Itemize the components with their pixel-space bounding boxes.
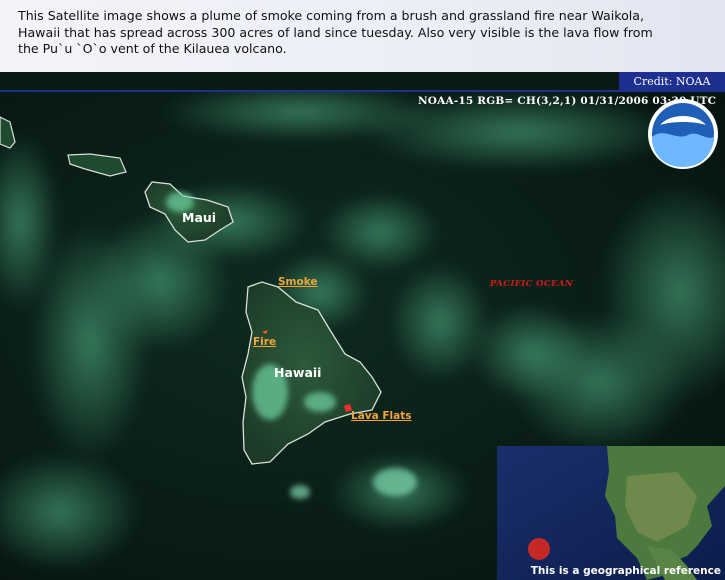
satellite-image-page: This Satellite image shows a plume of sm… (0, 0, 725, 580)
smoke-label: Smoke (278, 276, 318, 288)
hawaii-label: Hawaii (274, 365, 322, 380)
hawaii-location-marker (528, 538, 550, 560)
inset-caption: This is a geographical reference (530, 565, 721, 577)
lava-flats-label: Lava Flats (351, 410, 412, 422)
noaa-logo-text: NOAA (667, 124, 699, 135)
noaa-logo-icon: NOAA (648, 99, 718, 169)
caption-text: This Satellite image shows a plume of sm… (18, 8, 653, 56)
maui-label: Maui (182, 210, 217, 225)
caption-panel: This Satellite image shows a plume of sm… (0, 0, 725, 72)
inset-map (497, 446, 725, 580)
credit-label: Credit: NOAA (619, 72, 725, 92)
fire-label: Fire (253, 336, 277, 348)
geographic-reference-inset: This is a geographical reference (497, 446, 725, 580)
pacific-ocean-label: PACIFIC OCEAN (490, 279, 574, 289)
caption-divider (0, 90, 725, 92)
